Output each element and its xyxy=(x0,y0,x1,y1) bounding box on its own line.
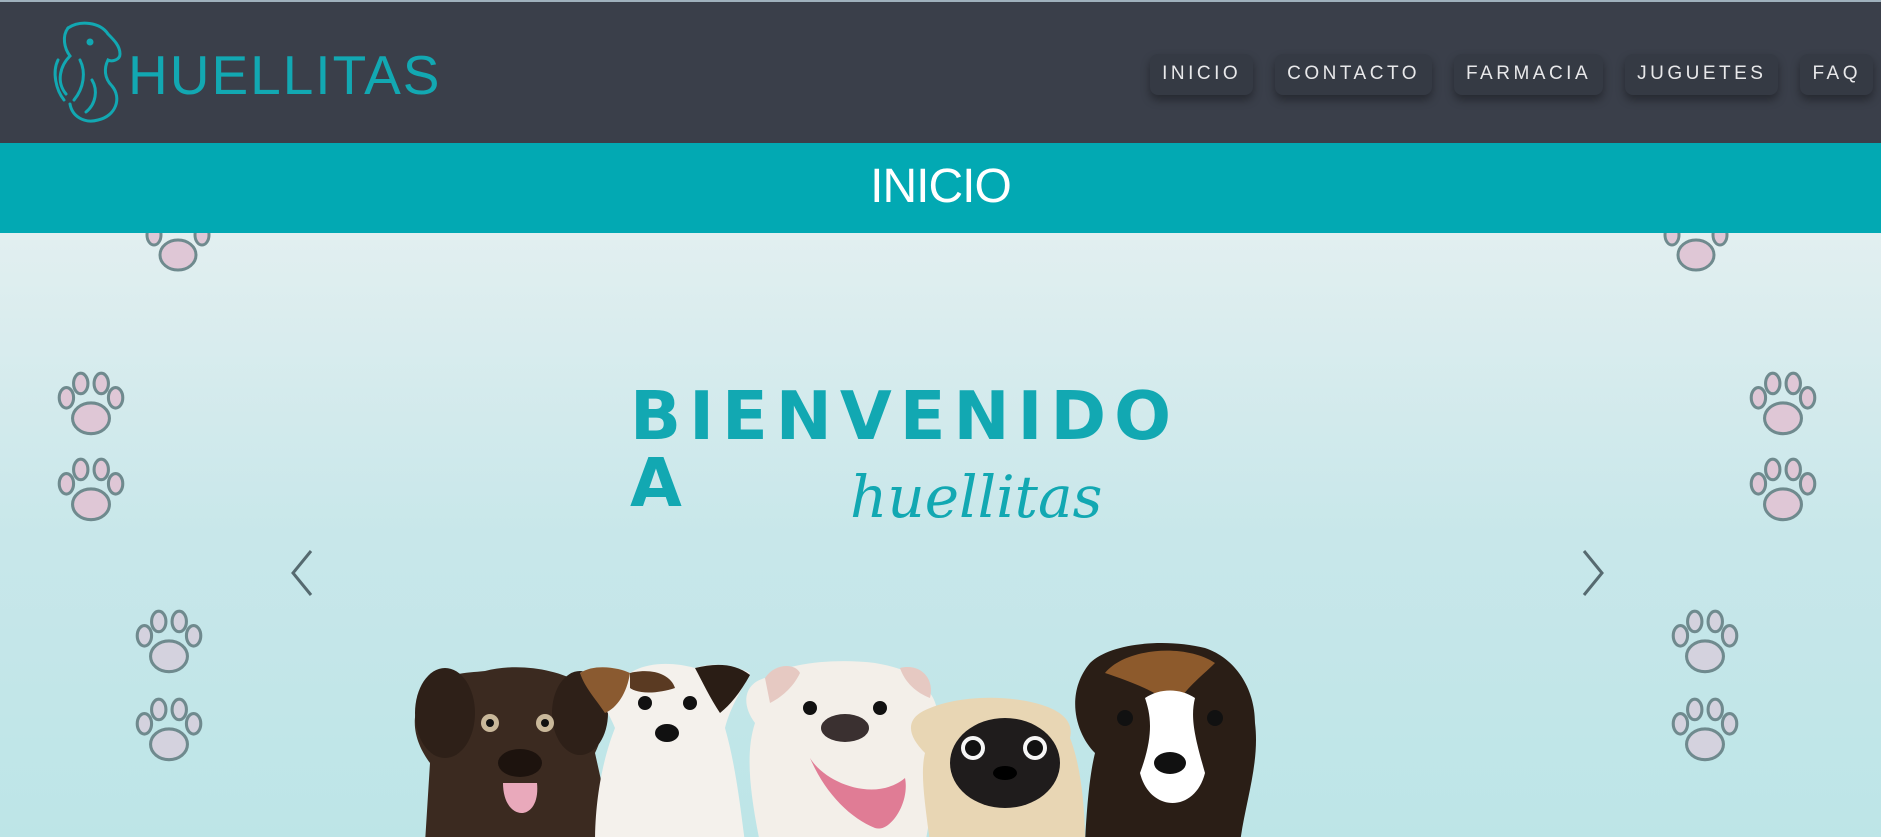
logo-text: HUELLITAS xyxy=(128,44,442,106)
paw-print-icon xyxy=(1749,371,1817,436)
puppies-banner-image xyxy=(414,643,1256,837)
dog-logo-icon xyxy=(53,21,122,123)
site-logo[interactable]: HUELLITAS xyxy=(50,20,439,130)
nav-farmacia[interactable]: FARMACIA xyxy=(1454,54,1604,95)
carousel-next-button[interactable] xyxy=(1572,543,1612,603)
nav-faq[interactable]: FAQ xyxy=(1800,54,1873,95)
paw-print-icon xyxy=(135,609,203,674)
paw-print-icon xyxy=(57,457,125,522)
paw-print-icon xyxy=(145,233,211,272)
nav-juguetes[interactable]: JUGUETES xyxy=(1625,54,1779,95)
jack-russell-puppy xyxy=(580,663,750,837)
paw-print-icon xyxy=(1663,233,1729,272)
hero-carousel: BIENVENIDO A huellitas xyxy=(0,233,1881,837)
page-title: INICIO xyxy=(870,160,1012,213)
chevron-left-icon xyxy=(291,550,313,596)
beagle-puppy xyxy=(1075,643,1256,837)
paw-print-icon xyxy=(1671,609,1739,674)
paw-print-icon xyxy=(1749,457,1817,522)
section-title-bar: INICIO xyxy=(0,143,1881,233)
chevron-right-icon xyxy=(1582,550,1604,596)
paw-print-icon xyxy=(1671,697,1739,762)
main-nav: INICIO CONTACTO FARMACIA JUGUETES FAQ xyxy=(1150,54,1873,95)
paw-print-icon xyxy=(57,371,125,436)
site-header: HUELLITAS INICIO CONTACTO FARMACIA JUGUE… xyxy=(0,2,1881,143)
carousel-prev-button[interactable] xyxy=(283,543,323,603)
bulldog-puppy xyxy=(746,661,938,837)
chocolate-lab-puppy xyxy=(414,667,614,837)
nav-contacto[interactable]: CONTACTO xyxy=(1275,54,1432,95)
paw-print-icon xyxy=(135,697,203,762)
pug-puppy xyxy=(911,697,1085,837)
nav-inicio[interactable]: INICIO xyxy=(1150,54,1254,95)
